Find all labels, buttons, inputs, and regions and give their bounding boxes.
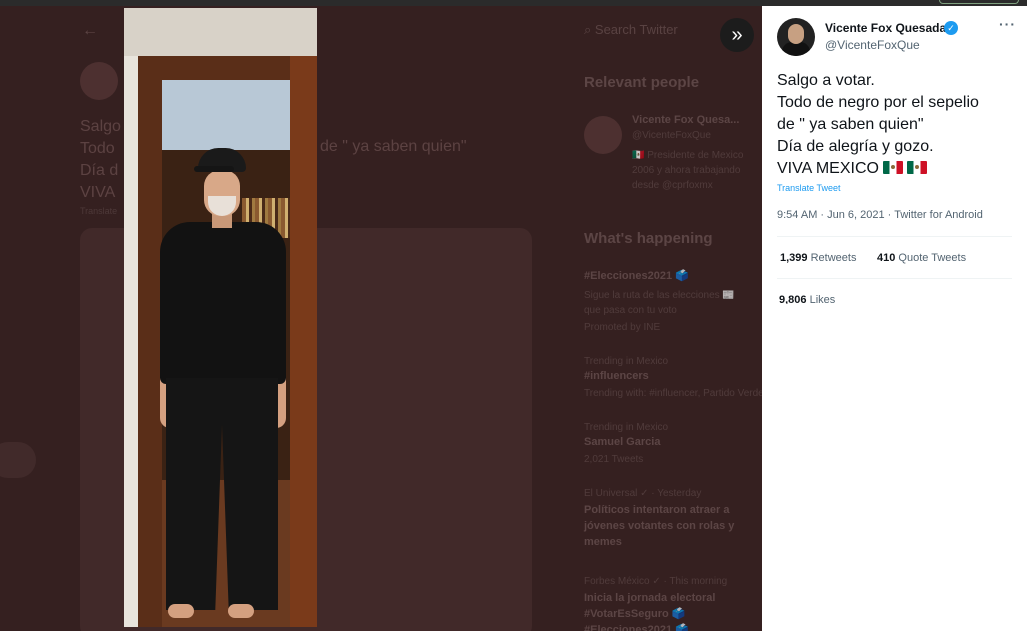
mexico-flag-icon	[882, 161, 903, 174]
person-shirt	[160, 222, 286, 384]
retweets-stat[interactable]: 1,399 Retweets	[780, 252, 856, 264]
divider	[777, 236, 1012, 237]
retweets-label: Retweets	[810, 252, 857, 264]
avatar-face	[788, 24, 804, 44]
tweet-line-5: VIVA MEXICO	[777, 158, 1022, 180]
photo-window	[162, 80, 308, 150]
photo-door	[290, 56, 317, 627]
tweet-text: Salgo a votar. Todo de negro por el sepe…	[777, 70, 1022, 180]
person-foot-left	[168, 604, 194, 618]
tweet-timestamp[interactable]: 9:54 AM · Jun 6, 2021 · Twitter for Andr…	[777, 209, 983, 221]
expand-icon[interactable]: »	[720, 18, 754, 52]
person-neck	[212, 214, 232, 228]
more-horizontal-icon[interactable]: ···	[999, 16, 1016, 32]
retweets-count: 1,399	[780, 252, 808, 264]
tweet-line-2: Todo de negro por el sepelio	[777, 94, 979, 111]
photo-wall	[124, 56, 138, 627]
person-cap-brim	[194, 166, 234, 172]
tweet-detail-panel: Vicente Fox Quesada ✓ @VicenteFoxQue ···…	[762, 6, 1027, 631]
tweet-line-1: Salgo a votar.	[777, 72, 875, 89]
quote-tweets-count: 410	[877, 252, 896, 264]
tweet-photo[interactable]	[124, 8, 317, 627]
author-name[interactable]: Vicente Fox Quesada	[825, 21, 946, 35]
quote-tweets-label: Quote Tweets	[898, 252, 967, 264]
quote-tweets-stat[interactable]: 410 Quote Tweets	[877, 252, 966, 264]
author-avatar[interactable]	[777, 18, 815, 56]
background-page: ← Salgo Todo Día d VIVA de " ya saben qu…	[0, 6, 762, 631]
person-foot-right	[228, 604, 254, 618]
mexico-flag-icon	[906, 161, 927, 174]
panel-blank-area	[762, 304, 1027, 631]
author-handle[interactable]: @VicenteFoxQue	[825, 38, 920, 52]
tweet-line-3: de " ya saben quien"	[777, 116, 924, 133]
verified-badge-icon: ✓	[944, 21, 958, 35]
translate-tweet-link[interactable]: Translate Tweet	[777, 183, 841, 193]
avatar-body	[782, 42, 810, 56]
tweet-line-5-text: VIVA MEXICO	[777, 160, 879, 177]
browser-tab-indicator	[939, 0, 1019, 4]
dim-overlay	[0, 6, 762, 631]
tweet-line-4: Día de alegría y gozo.	[777, 138, 934, 155]
divider	[777, 278, 1012, 279]
photo-ceiling	[124, 8, 317, 56]
